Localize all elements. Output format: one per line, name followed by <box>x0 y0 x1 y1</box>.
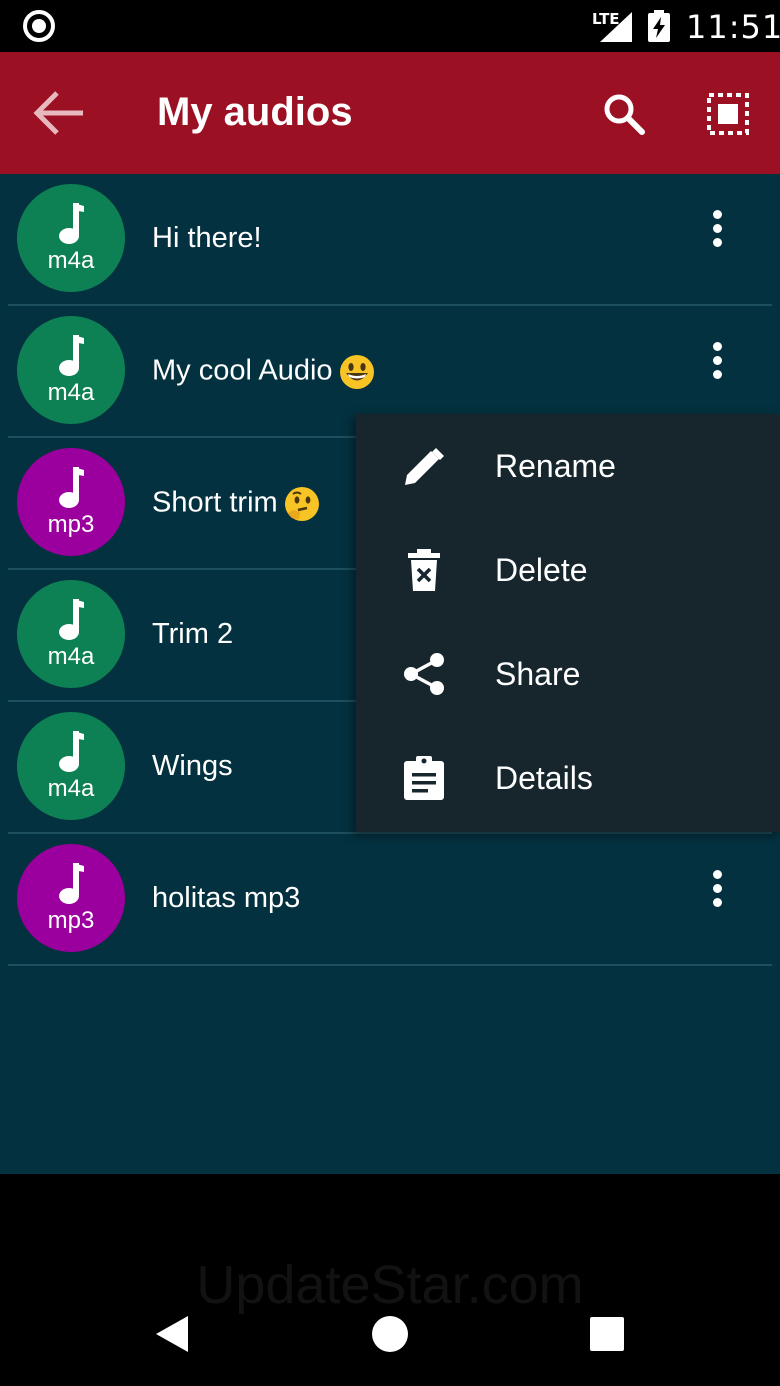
music-note-icon <box>59 863 84 904</box>
navigation-bar: UpdateStar.com <box>0 1174 780 1386</box>
audio-title: holitas mp3 <box>152 882 301 914</box>
audio-title: Hi there! <box>152 222 262 254</box>
music-note-icon <box>59 335 84 376</box>
status-bar: LTE 11:51 <box>0 0 780 52</box>
select-all-icon <box>707 93 749 135</box>
file-extension: m4a <box>47 643 95 670</box>
delete-icon <box>408 549 440 591</box>
pencil-icon <box>405 448 444 485</box>
music-note-icon <box>59 467 84 508</box>
file-avatar: m4a <box>17 184 125 292</box>
clock: 11:51 <box>686 8 780 46</box>
menu-label: Share <box>495 656 581 692</box>
list-item[interactable]: m4a Hi there! <box>0 174 780 306</box>
notification-icon <box>23 10 55 42</box>
music-note-icon <box>59 599 84 640</box>
watermark: UpdateStar.com <box>196 1255 584 1315</box>
share-icon <box>404 653 444 695</box>
file-extension: m4a <box>47 379 95 406</box>
nav-back-icon[interactable] <box>154 1314 190 1354</box>
battery-charging-icon <box>648 10 670 42</box>
context-menu: Rename Delete Share Details <box>356 414 780 832</box>
file-avatar: m4a <box>17 580 125 688</box>
file-extension: m4a <box>47 247 95 274</box>
nav-recents-icon[interactable] <box>590 1317 624 1351</box>
file-avatar: m4a <box>17 712 125 820</box>
more-options-button[interactable] <box>696 336 738 384</box>
signal-icon <box>600 12 632 42</box>
file-extension: mp3 <box>47 907 95 934</box>
file-avatar: mp3 <box>17 448 125 556</box>
app-bar: My audios <box>0 52 780 174</box>
arrow-back-icon <box>33 91 83 135</box>
music-note-icon <box>59 203 84 244</box>
select-all-button[interactable] <box>700 86 756 142</box>
page-title: My audios <box>157 90 353 134</box>
menu-label: Details <box>495 760 593 796</box>
clipboard-icon <box>404 756 444 800</box>
file-avatar: m4a <box>17 316 125 424</box>
menu-item-details[interactable]: Details <box>356 726 780 830</box>
more-options-button[interactable] <box>696 204 738 252</box>
audio-title: My cool Audio <box>152 354 333 387</box>
more-options-button[interactable] <box>696 864 738 912</box>
back-button[interactable] <box>26 82 92 144</box>
audio-title: Wings <box>152 750 233 782</box>
divider <box>8 964 772 966</box>
menu-item-share[interactable]: Share <box>356 622 780 726</box>
nav-home-icon[interactable] <box>372 1316 408 1352</box>
menu-label: Delete <box>495 552 588 588</box>
menu-label: Rename <box>495 448 616 484</box>
audio-title-wrap: Short trim <box>152 486 320 522</box>
audio-title: Trim 2 <box>152 618 234 650</box>
audio-title-wrap: My cool Audio <box>152 354 375 390</box>
list-item[interactable]: mp3 holitas mp3 <box>0 834 780 966</box>
file-extension: m4a <box>47 775 95 802</box>
file-avatar: mp3 <box>17 844 125 952</box>
thinking-face-emoji-icon <box>284 487 319 521</box>
music-note-icon <box>59 731 84 772</box>
search-button[interactable] <box>596 86 652 142</box>
menu-item-rename[interactable]: Rename <box>356 414 780 518</box>
search-icon <box>604 94 645 135</box>
file-extension: mp3 <box>47 511 95 538</box>
grinning-face-emoji-icon <box>339 355 374 389</box>
audio-title: Short trim <box>152 486 278 519</box>
menu-item-delete[interactable]: Delete <box>356 518 780 622</box>
